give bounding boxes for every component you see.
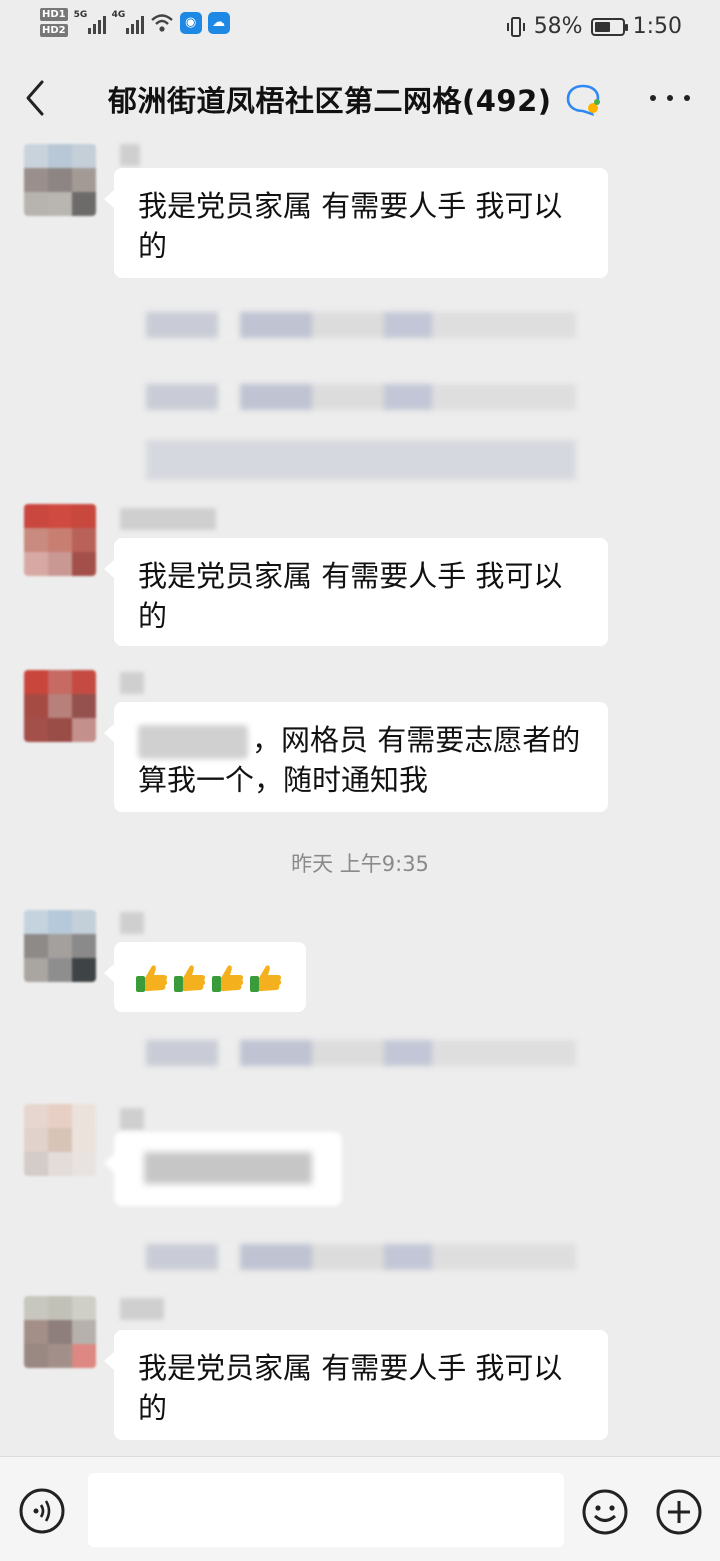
sender-name xyxy=(120,1108,144,1130)
avatar[interactable] xyxy=(24,910,96,982)
avatar[interactable] xyxy=(24,1296,96,1368)
message-bubble[interactable]: 我是党员家属 有需要人手 我可以的 xyxy=(104,1330,608,1440)
input-bar xyxy=(0,1456,720,1561)
voice-input-icon[interactable] xyxy=(18,1487,66,1535)
message-bubble[interactable]: 我是党员家属 有需要人手 我可以的 xyxy=(104,538,608,646)
back-arrow-icon[interactable] xyxy=(18,76,54,120)
battery-icon xyxy=(590,17,628,36)
avatar[interactable] xyxy=(24,1104,96,1176)
cloud-app-icon: ☁ xyxy=(207,11,230,34)
message-bubble[interactable] xyxy=(104,1132,342,1206)
blurred-system-text xyxy=(146,440,576,480)
avatar[interactable] xyxy=(24,144,96,216)
sender-name xyxy=(120,672,144,694)
blurred-system-text xyxy=(146,1244,576,1270)
vibrate-icon xyxy=(506,16,525,37)
chat-header: 郁洲街道凤梧社区第二网格(492) xyxy=(0,56,720,142)
thumbs-up-emoji-icon xyxy=(250,965,282,992)
sender-name xyxy=(120,508,216,530)
battery-percent: 58% xyxy=(533,14,583,39)
more-options-button[interactable] xyxy=(650,88,690,108)
emoji-message-bubble[interactable] xyxy=(104,942,306,1012)
clock: 1:50 xyxy=(632,14,682,39)
timestamp: 昨天 上午9:35 xyxy=(291,852,429,876)
add-icon[interactable] xyxy=(654,1487,704,1537)
avatar[interactable] xyxy=(24,504,96,576)
sender-name xyxy=(120,912,144,934)
message-bubble[interactable]: 我是党员家属 有需要人手 我可以的 xyxy=(104,168,608,278)
blurred-system-text xyxy=(146,1040,576,1066)
hd2-indicator: HD2 xyxy=(40,24,68,37)
blurred-system-text xyxy=(146,312,576,338)
thumbs-up-emoji-icon xyxy=(174,965,206,992)
blurred-system-text xyxy=(146,384,576,410)
avatar[interactable] xyxy=(24,670,96,742)
group-chat-badge-icon[interactable] xyxy=(564,82,602,118)
emoji-icon[interactable] xyxy=(580,1487,630,1537)
signal-5g-icon: 5G xyxy=(74,10,106,34)
wifi-icon xyxy=(150,13,173,32)
blurred-mention xyxy=(138,725,248,759)
message-input[interactable] xyxy=(88,1473,564,1547)
thumbs-up-emoji-icon xyxy=(136,965,168,992)
sender-name xyxy=(120,1298,164,1320)
signal-4g-icon: 4G xyxy=(112,10,144,34)
thumbs-up-emoji-icon xyxy=(212,965,244,992)
notification-app-icon: ◉ xyxy=(179,11,202,34)
message-bubble[interactable]: ，网格员 有需要志愿者的算我一个，随时通知我 xyxy=(104,702,608,812)
sender-name xyxy=(120,144,140,166)
chat-title: 郁洲街道凤梧社区第二网格(492) xyxy=(108,84,552,118)
status-bar: HD1 HD2 5G 4G ◉ ☁ 58% 1:50 xyxy=(0,0,720,56)
hd1-indicator: HD1 xyxy=(40,8,68,21)
